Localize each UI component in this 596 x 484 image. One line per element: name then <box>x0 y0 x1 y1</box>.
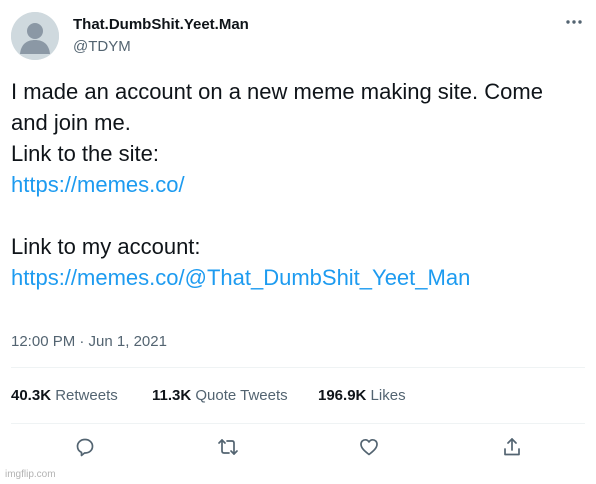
retweet-button[interactable] <box>217 436 239 458</box>
like-icon <box>360 438 378 456</box>
retweets-stat[interactable]: 40.3K Retweets <box>11 387 118 404</box>
user-handle[interactable]: @TDYM <box>73 38 131 55</box>
more-horizontal-icon <box>566 20 582 24</box>
tweet-text: I made an account on a new meme making s… <box>11 76 581 293</box>
share-button[interactable] <box>501 436 523 458</box>
likes-count: 196.9K <box>318 387 367 404</box>
account-link[interactable]: https://memes.co/@That_DumbShit_Yeet_Man <box>11 265 470 290</box>
reply-button[interactable] <box>74 436 96 458</box>
site-link[interactable]: https://memes.co/ <box>11 172 185 197</box>
tweet-text-line: Link to my account: <box>11 234 201 259</box>
retweet-icon <box>218 439 238 455</box>
more-options-button[interactable] <box>560 10 588 34</box>
retweets-label: Retweets <box>55 387 118 404</box>
display-name[interactable]: That.DumbShit.Yeet.Man <box>73 16 249 33</box>
like-button[interactable] <box>358 436 380 458</box>
divider <box>11 423 585 424</box>
share-icon <box>504 438 520 456</box>
reply-icon <box>76 438 94 457</box>
quote-tweets-count: 11.3K <box>152 387 192 404</box>
quote-tweets-stat[interactable]: 11.3K Quote Tweets <box>152 387 288 404</box>
avatar[interactable] <box>11 12 59 60</box>
tweet-text-line: I made an account on a new meme making s… <box>11 79 543 104</box>
likes-stat[interactable]: 196.9K Likes <box>318 387 406 404</box>
tweet-text-line: and join me. <box>11 110 131 135</box>
quote-tweets-label: Quote Tweets <box>195 387 288 404</box>
tweet-text-line: Link to the site: <box>11 141 159 166</box>
likes-label: Likes <box>370 387 406 404</box>
tweet-card: That.DumbShit.Yeet.Man @TDYM I made an a… <box>0 0 596 484</box>
divider <box>11 367 585 368</box>
retweets-count: 40.3K <box>11 387 52 404</box>
watermark: imgflip.com <box>5 469 56 480</box>
timestamp[interactable]: 12:00 PM · Jun 1, 2021 <box>11 333 167 350</box>
default-avatar-icon <box>11 12 59 60</box>
